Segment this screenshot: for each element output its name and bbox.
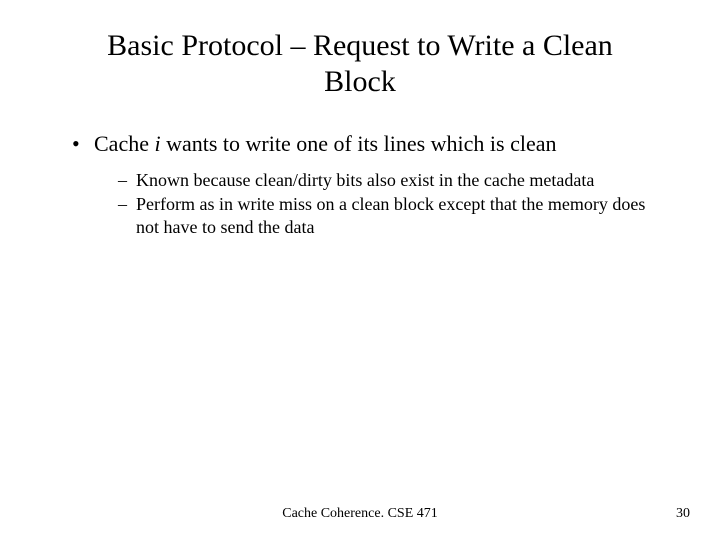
slide-number: 30 (676, 506, 690, 522)
slide-body: • Cache i wants to write one of its line… (0, 100, 720, 238)
sub-bullet-text: Perform as in write miss on a clean bloc… (136, 194, 645, 237)
bullet-text-pre: Cache (94, 131, 154, 156)
bullet-level1: • Cache i wants to write one of its line… (72, 130, 660, 159)
bullet-text-post: wants to write one of its lines which is… (161, 131, 557, 156)
slide: Basic Protocol – Request to Write a Clea… (0, 0, 720, 540)
bullet-level2: – Known because clean/dirty bits also ex… (118, 169, 660, 192)
sub-bullets: – Known because clean/dirty bits also ex… (72, 167, 660, 239)
footer-center: Cache Coherence. CSE 471 (0, 506, 720, 522)
bullet-level2: – Perform as in write miss on a clean bl… (118, 193, 660, 238)
bullet-dot-icon: • (72, 130, 80, 159)
dash-icon: – (118, 169, 127, 192)
dash-icon: – (118, 193, 127, 216)
slide-title: Basic Protocol – Request to Write a Clea… (0, 0, 720, 100)
sub-bullet-text: Known because clean/dirty bits also exis… (136, 170, 594, 190)
